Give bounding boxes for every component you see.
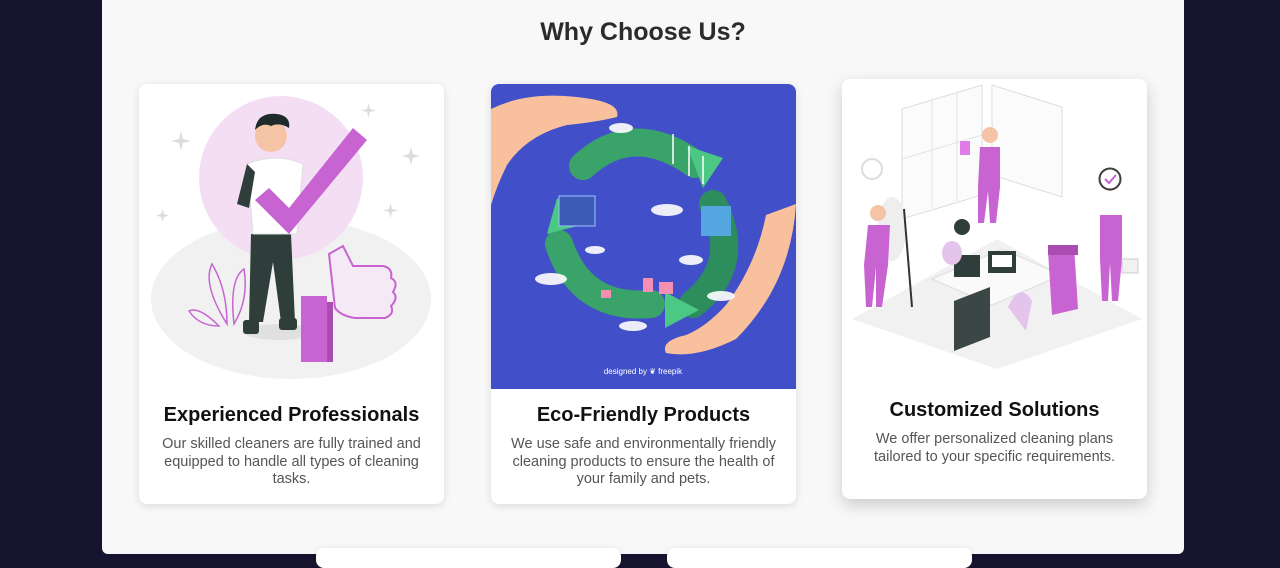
image-credit: designed by ❦ freepik: [604, 367, 683, 376]
card-description: We use safe and environmentally friendly…: [511, 436, 776, 487]
card-description: Our skilled cleaners are fully trained a…: [162, 436, 421, 487]
card-title: Experienced Professionals: [163, 404, 420, 426]
recycle-earth-hands-illustration: designed by ❦ freepik: [491, 84, 796, 389]
professional-thumbs-up-illustration: [139, 84, 444, 389]
feature-card-next-row-right: [667, 548, 972, 568]
card-title: Eco-Friendly Products: [536, 404, 751, 426]
section-title: Why Choose Us?: [540, 18, 746, 46]
card-description: We offer personalized cleaning plans tai…: [874, 431, 1115, 465]
why-choose-us-section: Why Choose Us? Experienced Professionals…: [102, 0, 1184, 568]
feature-card-customized: Customized Solutions We offer personaliz…: [842, 79, 1147, 499]
card-title: Customized Solutions: [889, 399, 1100, 421]
feature-card-eco-friendly: designed by ❦ freepik Eco-Friendly Produ…: [491, 84, 796, 504]
office-cleaning-team-illustration: [842, 79, 1147, 384]
feature-card-professionals: Experienced Professionals Our skilled cl…: [139, 84, 444, 504]
feature-card-next-row-left: [316, 548, 621, 568]
